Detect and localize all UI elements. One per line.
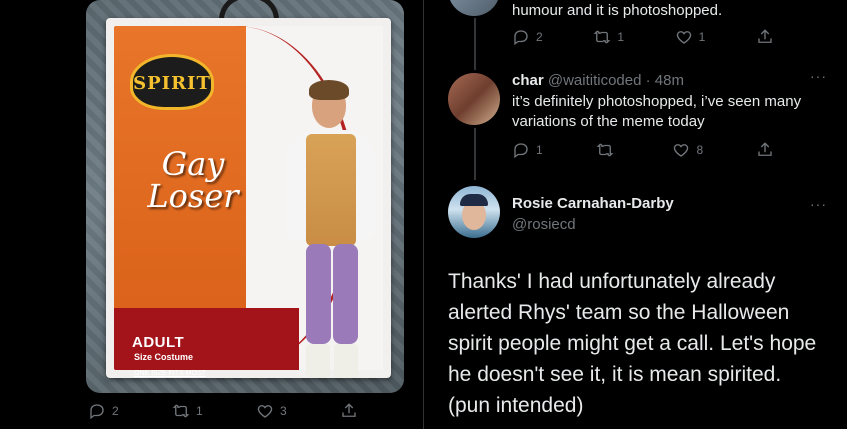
model-sock-right bbox=[334, 344, 358, 378]
retweet-count: 1 bbox=[196, 404, 203, 418]
reply-count: 2 bbox=[112, 404, 119, 418]
share-button[interactable] bbox=[756, 141, 774, 159]
retweet-count: 1 bbox=[617, 30, 625, 44]
reply-count: 1 bbox=[536, 143, 543, 157]
previous-reply-text: humour and it is photoshopped. bbox=[512, 2, 723, 19]
retweet-button[interactable] bbox=[596, 141, 620, 159]
heart-icon bbox=[257, 405, 273, 418]
user-name[interactable]: Rosie Carnahan-Darby bbox=[512, 195, 674, 212]
costume-title: Gay Loser bbox=[138, 148, 248, 212]
costume-title-line1: Gay bbox=[161, 145, 225, 183]
reply-button[interactable]: 2 bbox=[88, 402, 119, 420]
char-reply-header: char @waititicoded · 48m bbox=[512, 71, 684, 91]
size-label: ADULT bbox=[132, 334, 185, 351]
more-icon[interactable]: ··· bbox=[810, 68, 827, 84]
size-sub: Size Costume bbox=[134, 352, 194, 362]
avatar[interactable] bbox=[448, 186, 500, 238]
size-fits: ONE SIZE FITS MOST bbox=[134, 370, 206, 377]
thread-line-top bbox=[474, 18, 476, 70]
like-button[interactable]: 8 bbox=[672, 141, 703, 159]
reply-icon bbox=[514, 143, 528, 159]
char-reply-text: it’s definitely photoshopped, i’ve seen … bbox=[512, 93, 802, 130]
retweet-button[interactable]: 1 bbox=[172, 402, 203, 420]
user-handle[interactable]: @rosiecd bbox=[512, 216, 576, 233]
hanger bbox=[219, 0, 279, 20]
heart-icon bbox=[674, 144, 689, 157]
model-pants-right bbox=[333, 244, 358, 344]
share-icon bbox=[758, 29, 772, 43]
costume-model bbox=[276, 78, 386, 388]
share-icon bbox=[342, 403, 356, 417]
retweet-icon bbox=[593, 30, 611, 44]
retweet-icon bbox=[172, 404, 190, 418]
like-button[interactable]: 1 bbox=[675, 28, 706, 46]
model-hair bbox=[309, 80, 349, 100]
avatar[interactable] bbox=[448, 73, 500, 125]
spirit-logo-text: SPIRIT bbox=[133, 73, 211, 94]
share-icon bbox=[758, 142, 772, 156]
user-name[interactable]: char bbox=[512, 72, 544, 89]
reply-icon bbox=[514, 30, 528, 46]
costume-package: SPIRIT Gay Loser ADULT Size Costume ONE … bbox=[106, 18, 391, 378]
reply-count: 2 bbox=[536, 30, 543, 44]
avatar-cap bbox=[460, 194, 488, 206]
like-button[interactable]: 3 bbox=[256, 402, 287, 420]
reply-button[interactable]: 1 bbox=[512, 141, 543, 159]
left-tweet-actions: 2 1 3 bbox=[88, 400, 358, 422]
user-handle[interactable]: @waititicoded bbox=[548, 72, 642, 89]
reply-button[interactable]: 2 bbox=[512, 28, 543, 46]
timestamp[interactable]: · 48m bbox=[646, 72, 684, 89]
thread-line-middle bbox=[474, 128, 476, 180]
costume-title-line2: Loser bbox=[147, 177, 239, 215]
model-sock-left bbox=[306, 344, 330, 378]
left-tweet-panel: SPIRIT Gay Loser ADULT Size Costume ONE … bbox=[0, 0, 424, 429]
like-count: 1 bbox=[698, 30, 706, 44]
char-reply-actions: 1 8 bbox=[512, 141, 774, 159]
like-count: 3 bbox=[280, 404, 287, 418]
main-tweet-text: Thanks' I had unfortunately already aler… bbox=[448, 270, 817, 417]
previous-reply-actions: 2 1 1 bbox=[512, 28, 774, 46]
model-pants-left bbox=[306, 244, 331, 344]
model-vest bbox=[306, 134, 356, 246]
retweet-icon bbox=[596, 143, 613, 157]
reply-icon bbox=[90, 404, 104, 420]
like-count: 8 bbox=[696, 143, 704, 157]
share-button[interactable] bbox=[340, 402, 358, 420]
more-icon[interactable]: ··· bbox=[810, 196, 827, 212]
retweet-button[interactable]: 1 bbox=[593, 28, 624, 46]
costume-photo[interactable]: SPIRIT Gay Loser ADULT Size Costume ONE … bbox=[86, 0, 404, 393]
heart-icon bbox=[676, 31, 691, 44]
share-button[interactable] bbox=[756, 28, 774, 46]
spirit-logo: SPIRIT bbox=[130, 54, 214, 110]
